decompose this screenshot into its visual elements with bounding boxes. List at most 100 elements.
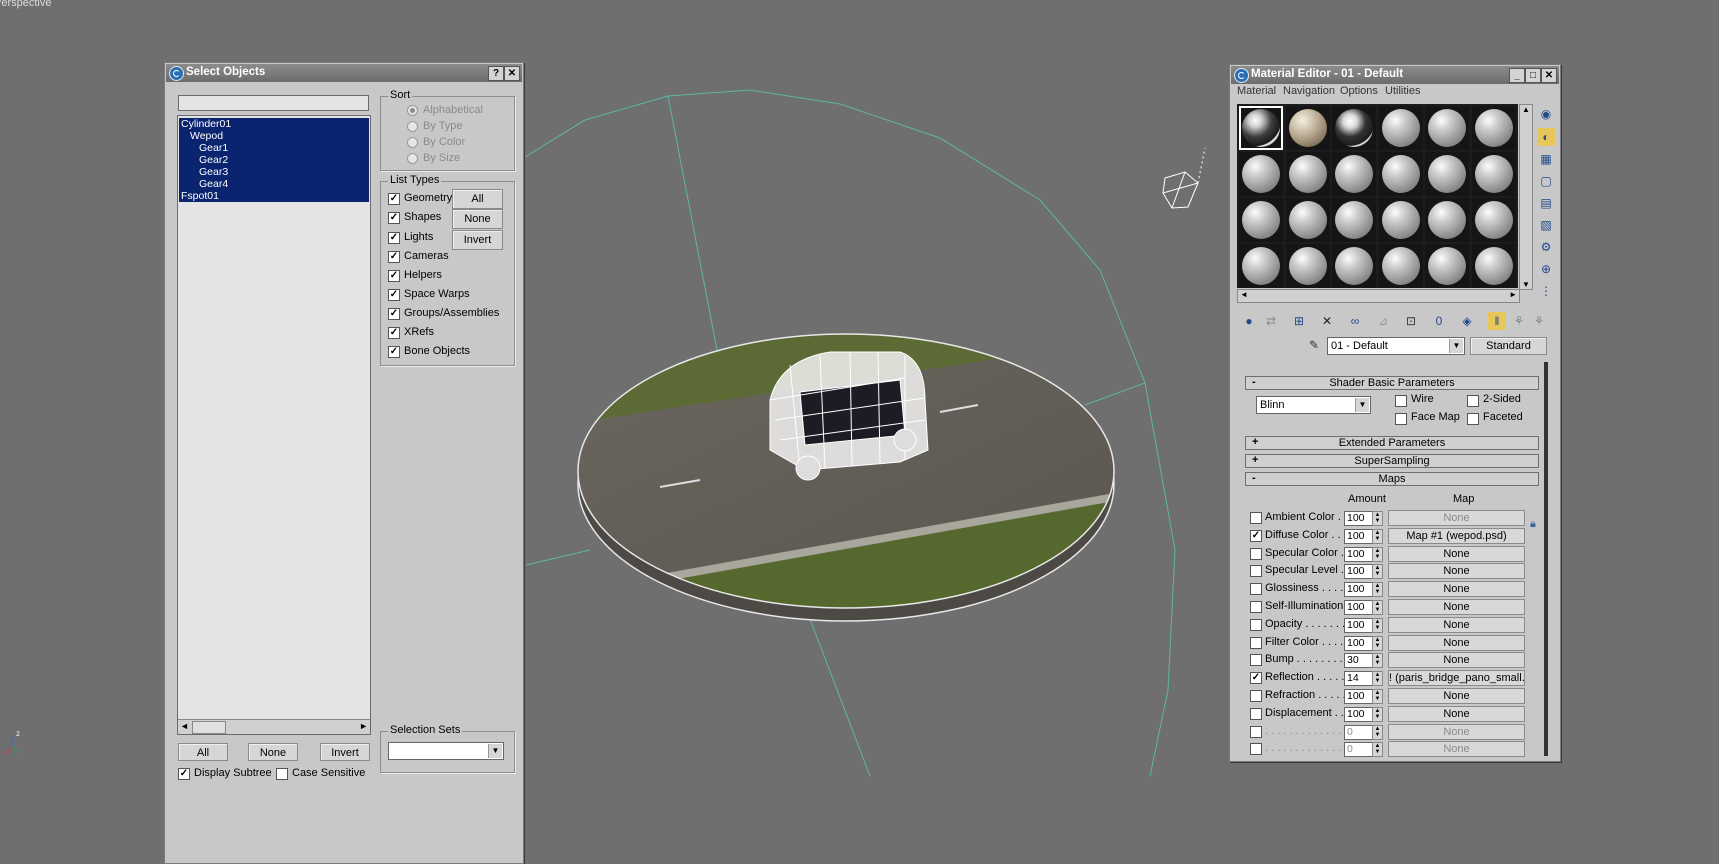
spinner-arrows-icon[interactable]: ▲ ▼ — [1372, 706, 1383, 722]
map-amount-spinner[interactable]: 30 — [1344, 653, 1374, 669]
help-button[interactable]: ? — [488, 66, 504, 81]
get-material-icon[interactable]: ● — [1240, 312, 1258, 330]
material-slot[interactable] — [1285, 198, 1330, 242]
map-amount-spinner[interactable]: 0 — [1344, 742, 1374, 758]
select-none-button[interactable]: None — [248, 743, 298, 761]
map-amount-spinner[interactable]: 0 — [1344, 724, 1374, 740]
map-amount-spinner[interactable]: 100 — [1344, 528, 1374, 544]
select-invert-button[interactable]: Invert — [320, 743, 370, 761]
list-type-checkbox[interactable]: ✓ — [388, 289, 400, 301]
material-slot[interactable] — [1471, 152, 1516, 196]
rollout-panel-scrollbar[interactable] — [1544, 362, 1548, 756]
map-slot-button[interactable]: None — [1388, 652, 1525, 669]
list-type-checkbox[interactable]: ✓ — [388, 251, 400, 263]
select-all-button[interactable]: All — [178, 743, 228, 761]
material-slot[interactable] — [1378, 106, 1423, 150]
material-slot[interactable] — [1471, 106, 1516, 150]
search-input[interactable] — [178, 95, 369, 111]
object-list[interactable]: Cylinder01 Wepod Gear1 Gear2 Gear3 Gear4 Fspot… — [177, 115, 371, 735]
material-slot[interactable] — [1332, 244, 1376, 288]
material-type-button[interactable]: Standard — [1470, 337, 1547, 355]
go-to-parent-icon[interactable]: ⚘ — [1510, 312, 1528, 330]
map-enable-checkbox[interactable] — [1250, 707, 1262, 720]
faceted-checkbox[interactable] — [1467, 413, 1479, 425]
scroll-right-icon[interactable]: ► — [1509, 290, 1517, 299]
lock-icon[interactable]: 🔒︎ — [1530, 518, 1536, 531]
show-map-icon[interactable]: ◈ — [1458, 312, 1476, 330]
list-item[interactable]: Gear2 — [179, 154, 369, 166]
wire-checkbox[interactable] — [1395, 395, 1407, 407]
list-type-checkbox[interactable]: ✓ — [388, 346, 400, 358]
supersampling-rollout[interactable]: + SuperSampling — [1245, 454, 1539, 468]
reset-map-icon[interactable]: ✕ — [1318, 312, 1336, 330]
horizontal-scrollbar[interactable]: ◄ ► — [178, 719, 370, 734]
list-item[interactable]: Wepod — [179, 130, 369, 142]
map-amount-spinner[interactable]: 100 — [1344, 689, 1374, 704]
spinner-arrows-icon[interactable]: ▲ ▼ — [1372, 511, 1383, 526]
slot-vertical-scrollbar[interactable]: ▲ ▼ — [1519, 104, 1533, 290]
material-slot[interactable] — [1332, 106, 1376, 150]
map-slot-button[interactable]: None — [1388, 563, 1525, 580]
list-type-checkbox[interactable]: ✓ — [388, 270, 400, 282]
spinner-arrows-icon[interactable]: ▲ ▼ — [1372, 742, 1383, 758]
material-effects-channel-icon[interactable]: ⊡ — [1402, 312, 1420, 330]
map-amount-spinner[interactable]: 14 — [1344, 671, 1374, 687]
material-slot[interactable] — [1378, 198, 1423, 242]
material-slot[interactable] — [1378, 152, 1423, 196]
spinner-arrows-icon[interactable]: ▲ ▼ — [1372, 546, 1383, 562]
map-enable-checkbox[interactable]: ✓ — [1250, 529, 1262, 542]
sort-radio-by-size[interactable] — [407, 153, 418, 164]
scroll-left-icon[interactable]: ◄ — [1240, 290, 1248, 299]
list-type-checkbox[interactable]: ✓ — [388, 193, 400, 205]
material-id-icon[interactable]: 0 — [1430, 312, 1448, 330]
map-enable-checkbox[interactable] — [1250, 743, 1262, 756]
selection-sets-dropdown[interactable]: ▼ — [388, 742, 504, 760]
menu-item-utilities[interactable]: Utilities — [1385, 85, 1420, 97]
slot-horizontal-scrollbar[interactable]: ◄ ► — [1237, 289, 1520, 303]
chevron-down-icon[interactable]: ▼ — [488, 744, 502, 758]
material-slot[interactable] — [1378, 244, 1423, 288]
material-name-field[interactable]: 01 - Default ▼ — [1327, 337, 1465, 355]
map-enable-checkbox[interactable] — [1250, 725, 1262, 738]
map-slot-button[interactable]: None — [1388, 741, 1525, 758]
sort-radio-by-type[interactable] — [407, 121, 418, 132]
list-types-invert-button[interactable]: Invert — [452, 230, 503, 250]
material-slot[interactable] — [1425, 152, 1469, 196]
spinner-arrows-icon[interactable]: ▲ ▼ — [1372, 617, 1383, 633]
assign-material-icon[interactable]: ⊞ — [1290, 312, 1308, 330]
material-slot[interactable] — [1285, 106, 1330, 150]
spinner-arrows-icon[interactable]: ▲ ▼ — [1372, 671, 1383, 687]
pick-material-icon[interactable]: ✎ — [1305, 336, 1323, 354]
map-enable-checkbox[interactable] — [1250, 601, 1262, 613]
backlight-icon[interactable]: ◐ — [1537, 128, 1555, 146]
scroll-thumb[interactable] — [192, 721, 226, 734]
face-map-checkbox[interactable] — [1395, 413, 1407, 425]
spinner-arrows-icon[interactable]: ▲ ▼ — [1372, 653, 1383, 669]
map-enable-checkbox[interactable] — [1250, 512, 1262, 524]
material-slot[interactable] — [1471, 244, 1516, 288]
spinner-arrows-icon[interactable]: ▲ ▼ — [1372, 564, 1383, 580]
maximize-icon[interactable]: □ — [1525, 68, 1541, 83]
map-amount-spinner[interactable]: 100 — [1344, 564, 1374, 580]
options-icon[interactable]: ⚙ — [1537, 238, 1555, 256]
map-slot-button[interactable]: None — [1388, 581, 1525, 598]
list-types-none-button[interactable]: None — [452, 209, 503, 229]
list-types-all-button[interactable]: All — [452, 189, 503, 209]
material-slot[interactable] — [1239, 106, 1283, 150]
display-subtree-checkbox[interactable]: ✓ — [178, 768, 190, 780]
extended-parameters-rollout[interactable]: + Extended Parameters — [1245, 436, 1539, 450]
shader-type-dropdown[interactable]: Blinn ▼ — [1256, 396, 1371, 414]
close-icon[interactable]: ✕ — [504, 66, 520, 81]
sample-type-sphere-icon[interactable]: ◉ — [1537, 105, 1555, 123]
map-enable-checkbox[interactable]: ✓ — [1250, 672, 1262, 685]
sample-uv-tiling-icon[interactable]: ▢ — [1537, 172, 1555, 190]
material-slot[interactable] — [1332, 152, 1376, 196]
list-item[interactable]: Fspot01 — [179, 190, 369, 202]
material-slot[interactable] — [1471, 198, 1516, 242]
make-unique-icon[interactable]: ∞ — [1346, 312, 1364, 330]
scroll-left-icon[interactable]: ◄ — [180, 721, 189, 731]
material-slot[interactable] — [1239, 198, 1283, 242]
map-amount-spinner[interactable]: 100 — [1344, 635, 1374, 651]
map-slot-button[interactable]: None — [1388, 545, 1525, 562]
chevron-down-icon[interactable]: ▼ — [1355, 398, 1369, 412]
